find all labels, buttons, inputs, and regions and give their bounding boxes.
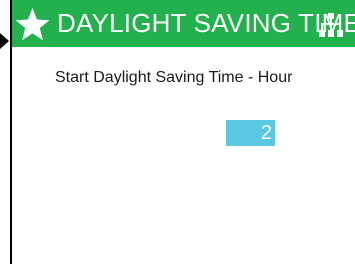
device-screen: DAYLIGHT SAVING TIME Start Daylight Savi…: [10, 0, 355, 264]
star-icon[interactable]: [14, 6, 51, 43]
page-title: DAYLIGHT SAVING TIME: [57, 8, 355, 38]
title-bar: DAYLIGHT SAVING TIME: [12, 0, 355, 47]
network-icon[interactable]: [319, 13, 343, 37]
page: { "header": { "title": "DAYLIGHT SAVING …: [0, 0, 355, 264]
setting-label: Start Daylight Saving Time - Hour: [55, 69, 293, 86]
selection-pointer-icon: [0, 33, 9, 49]
hour-value-field[interactable]: 2: [226, 120, 275, 146]
